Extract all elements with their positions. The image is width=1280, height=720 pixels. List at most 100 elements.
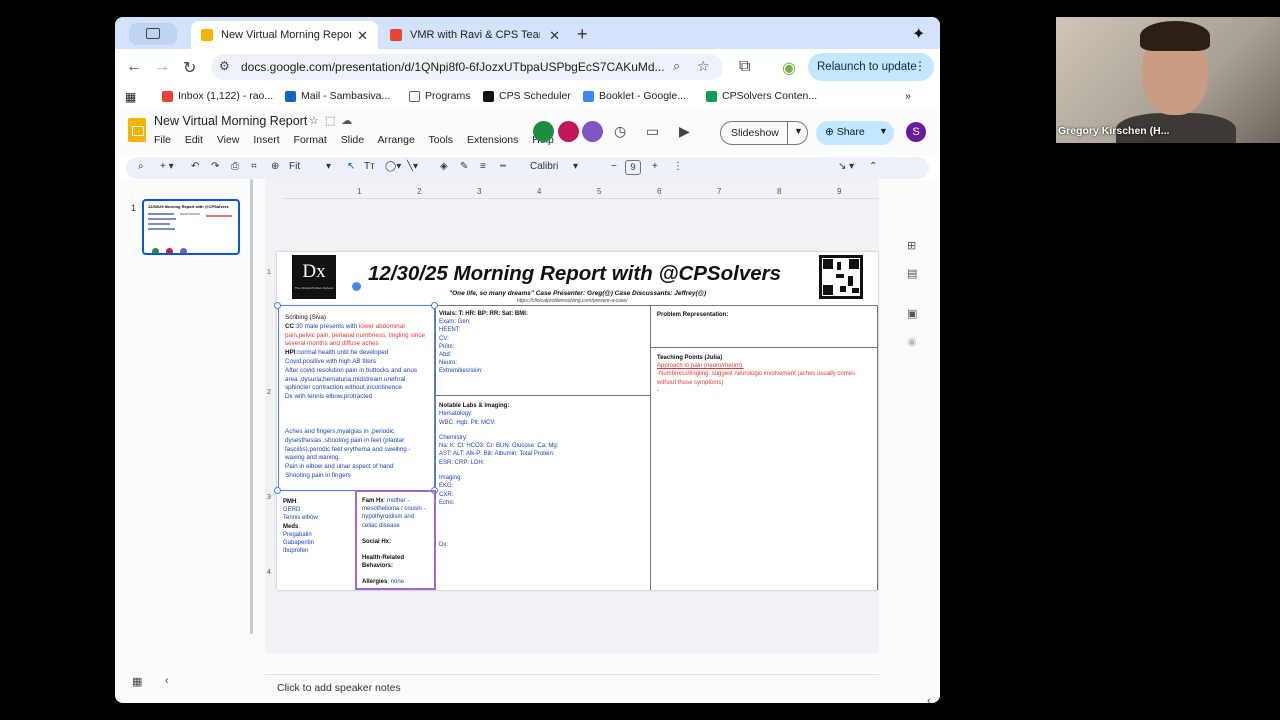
bookmark-star-icon[interactable]: ☆ (697, 58, 710, 75)
account-avatar[interactable]: S (906, 122, 926, 142)
new-slide-icon[interactable]: + ▾ (160, 161, 174, 172)
tasks-icon[interactable]: ▣ (907, 307, 917, 320)
pmh-section[interactable]: PMH: GERD Tennis elbow Meds: Pregabalin … (283, 498, 318, 555)
menu-extensions[interactable]: Extensions (467, 134, 518, 146)
meet-icon[interactable]: ▶ (679, 123, 690, 140)
search-menus-icon[interactable]: ⌕ (138, 161, 144, 172)
filmstrip-divider[interactable] (250, 179, 253, 634)
shape-icon[interactable]: ◯▾ (385, 161, 401, 172)
move-icon[interactable]: ⬚ (325, 115, 341, 127)
menu-tools[interactable]: Tools (429, 134, 454, 146)
slide-subtitle[interactable]: "One life, so many dreams" Case Presente… (449, 290, 706, 297)
menu-insert[interactable]: Insert (253, 134, 279, 146)
keep-icon[interactable]: ⊞ (907, 239, 916, 252)
site-info-icon[interactable]: ⚙ (219, 59, 230, 73)
border-color-icon[interactable]: ✎ (460, 161, 468, 172)
close-tab-icon[interactable]: ✕ (549, 28, 560, 44)
chevron-down-icon[interactable]: ▼ (794, 126, 803, 136)
print-icon[interactable]: ⎙ (231, 161, 239, 172)
problem-representation[interactable]: Problem Representation: (657, 312, 728, 318)
collapse-filmstrip-icon[interactable]: ‹ (165, 675, 169, 687)
reload-icon[interactable]: ↻ (183, 58, 196, 78)
menu-view[interactable]: View (217, 134, 240, 146)
speaker-notes[interactable]: Click to add speaker notes (265, 674, 879, 702)
close-tab-icon[interactable]: ✕ (357, 28, 368, 44)
menu-arrange[interactable]: Arrange (377, 134, 414, 146)
drive-icon[interactable]: ▤ (907, 267, 917, 280)
zoom-icon[interactable]: ⊕ (271, 161, 279, 172)
chevron-down-icon[interactable]: ▼ (879, 126, 888, 136)
slideshow-button[interactable]: Slideshow ▼ (720, 121, 808, 145)
extension-icon[interactable]: ◉ (782, 58, 796, 78)
border-dash-icon[interactable]: ┅ (500, 161, 506, 172)
redo-icon[interactable]: ↷ (211, 161, 219, 172)
more-bookmarks-icon[interactable]: » (905, 90, 911, 102)
zoom-select[interactable]: Fit (289, 161, 300, 172)
line-icon[interactable]: ╲▾ (407, 161, 418, 172)
resize-handle[interactable] (274, 487, 281, 494)
rotate-handle[interactable] (352, 282, 361, 291)
vitals-section[interactable]: Vitals: T: HR: BP: RR: Sat: BMI: Exam: G… (439, 310, 528, 376)
zoom-icon[interactable]: ⌕ (673, 58, 680, 74)
new-tab-icon[interactable]: + (577, 24, 588, 45)
bookmark-mail[interactable]: Mail - Sambasiva... (285, 90, 390, 102)
bookmark-booklet[interactable]: Booklet - Google... (583, 90, 686, 102)
chevron-down-icon[interactable]: ▾ (573, 161, 578, 172)
paint-format-icon[interactable]: ⌗ (251, 161, 257, 172)
relaunch-button[interactable]: Relaunch to update ⋮ (808, 53, 934, 81)
star-icon[interactable]: ☆ (309, 115, 325, 127)
cast-icon[interactable]: ⧉ (739, 58, 750, 76)
bookmark-programs[interactable]: Programs (409, 90, 471, 102)
chevron-down-icon[interactable]: ▾ (326, 161, 331, 172)
share-button[interactable]: ⊕ Share ▼ (816, 121, 894, 145)
bookmark-cpsolvers[interactable]: CPSolvers Conten... (706, 90, 817, 102)
decrease-font-icon[interactable]: − (611, 161, 617, 172)
apps-icon[interactable]: ▦ (125, 90, 136, 104)
menu-file[interactable]: File (154, 134, 171, 146)
comment-icon[interactable]: ▭ (646, 123, 659, 140)
tab-inactive[interactable]: VMR with Ravi & CPS Team A ✕ (380, 21, 570, 49)
back-icon[interactable]: ← (126, 58, 142, 76)
slides-logo-icon[interactable] (128, 118, 146, 142)
grid-view-icon[interactable]: ▦ (132, 675, 142, 688)
tab-search-button[interactable] (129, 23, 177, 45)
collaborator-avatar[interactable] (558, 121, 579, 142)
slide[interactable]: Dx The Clinical Problem Solvers 12/30/25 … (274, 252, 878, 590)
text-box-icon[interactable]: Tт (364, 161, 375, 172)
fill-color-icon[interactable]: ◈ (440, 161, 448, 172)
add-on-icon[interactable]: ◉ (907, 335, 917, 348)
forward-icon[interactable]: → (154, 58, 170, 76)
document-title[interactable]: New Virtual Morning Report (154, 114, 307, 128)
bookmark-cps-scheduler[interactable]: CPS Scheduler (483, 90, 571, 102)
more-options-icon[interactable]: ⋮ (673, 161, 683, 172)
collapse-side-panel-icon[interactable]: ‹ (927, 695, 931, 703)
history-icon[interactable]: ◷ (614, 123, 626, 140)
resize-handle[interactable] (274, 302, 281, 309)
slide-link[interactable]: https://clinicalproblemsolving.com/prese… (517, 298, 628, 304)
menu-format[interactable]: Format (294, 134, 327, 146)
slide-title[interactable]: 12/30/25 Morning Report with @CPSolvers (368, 262, 781, 286)
select-tool-icon[interactable]: ↖ (347, 161, 355, 172)
family-history-box[interactable]: Fam Hx: mother - mesothelioma / cousin -… (355, 490, 436, 590)
font-size-input[interactable]: 9 (625, 160, 641, 175)
labs-section[interactable]: Notable Labs & Imaging: Hematology: WBC:… (439, 402, 558, 550)
menu-edit[interactable]: Edit (185, 134, 203, 146)
editing-mode-icon[interactable]: ↘ ▾ (838, 161, 854, 172)
teaching-points[interactable]: Teaching Points (Julia) Approach to pain… (657, 354, 872, 395)
collapse-toolbar-icon[interactable]: ⌃ (869, 161, 877, 172)
border-weight-icon[interactable]: ≡ (480, 161, 486, 172)
address-bar[interactable]: ⚙ docs.google.com/presentation/d/1QNpi8f… (211, 54, 723, 80)
scribe-text-box[interactable]: Scribing (Siva) CC:30 male presents with… (278, 305, 435, 491)
collaborator-avatar[interactable] (533, 121, 554, 142)
collaborator-avatar[interactable] (582, 121, 603, 142)
font-select[interactable]: Calibri (530, 161, 558, 172)
tab-active[interactable]: New Virtual Morning Report - ✕ (191, 21, 378, 49)
more-menu-icon[interactable]: ⋮ (914, 59, 926, 73)
slide-thumbnail[interactable]: 12/30/25 Morning Report with @CPSolvers (142, 199, 240, 255)
gemini-icon[interactable]: ✦ (912, 24, 930, 43)
undo-icon[interactable]: ↶ (191, 161, 199, 172)
resize-handle[interactable] (431, 302, 438, 309)
menu-slide[interactable]: Slide (341, 134, 364, 146)
increase-font-icon[interactable]: + (652, 161, 658, 172)
bookmark-inbox[interactable]: Inbox (1,122) - rao... (162, 90, 273, 102)
